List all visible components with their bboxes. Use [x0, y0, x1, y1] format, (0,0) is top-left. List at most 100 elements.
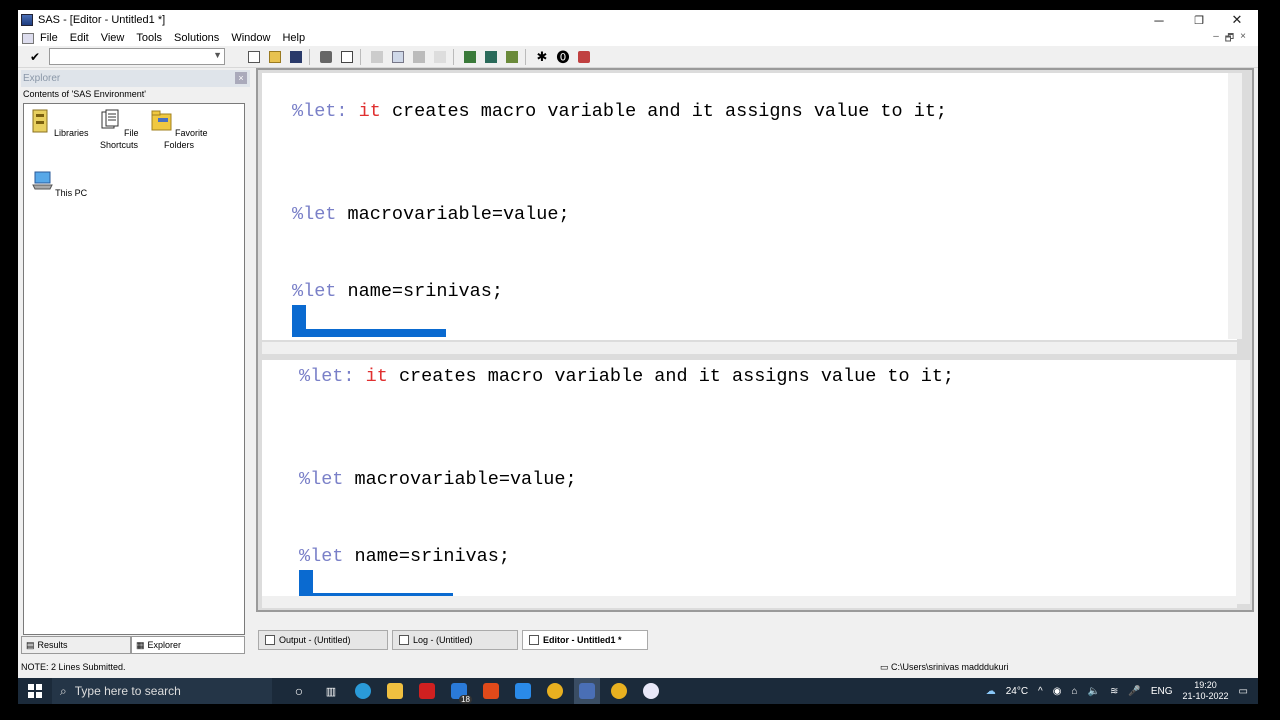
- break-icon[interactable]: ⓿: [554, 48, 572, 66]
- tab-log[interactable]: Log - (Untitled): [392, 630, 518, 650]
- menu-help[interactable]: Help: [282, 32, 305, 44]
- toolbar-divider: [453, 48, 454, 65]
- chrome-icon[interactable]: [542, 678, 568, 704]
- sas-taskbar-icon[interactable]: [574, 678, 600, 704]
- save-icon[interactable]: [287, 48, 305, 66]
- code-line[interactable]: %let: it creates macro variable and it a…: [292, 101, 947, 122]
- code-line[interactable]: %let macrovariable=value;: [299, 469, 577, 490]
- tab-editor[interactable]: Editor - Untitled1 *: [522, 630, 648, 650]
- code-line[interactable]: %let name=srinivas;: [292, 281, 503, 302]
- explorer-icon[interactable]: [482, 48, 500, 66]
- results-icon[interactable]: [503, 48, 521, 66]
- explorer-icon: ▦: [136, 639, 145, 650]
- document-icon[interactable]: [22, 32, 34, 44]
- run-icon[interactable]: ✱: [533, 48, 551, 66]
- scrollbar-vertical-bottom[interactable]: [1236, 360, 1250, 604]
- command-box[interactable]: ▼: [49, 48, 225, 65]
- acrobat-icon[interactable]: [414, 678, 440, 704]
- scrollbar-vertical-top[interactable]: [1228, 73, 1242, 339]
- menu-bar: File Edit View Tools Solutions Window He…: [18, 30, 1258, 46]
- menu-view[interactable]: View: [101, 32, 125, 44]
- libraries-item[interactable]: Libraries: [26, 108, 92, 139]
- selection-highlight: [292, 329, 446, 337]
- tab-output[interactable]: Output - (Untitled): [258, 630, 388, 650]
- computer-icon: [32, 171, 53, 190]
- weather-temp[interactable]: 24°C: [1006, 686, 1028, 697]
- print-preview-icon[interactable]: [338, 48, 356, 66]
- menu-tools[interactable]: Tools: [136, 32, 162, 44]
- windows-logo-icon: [28, 684, 42, 698]
- editor-pane-bottom[interactable]: %let: it creates macro variable and it a…: [262, 360, 1237, 605]
- menu-window[interactable]: Window: [231, 32, 270, 44]
- toolbar: ✔ ▼ ✱ ⓿: [18, 46, 1258, 68]
- microphone-icon[interactable]: 🎤: [1128, 686, 1140, 697]
- system-tray: ☁ 24°C ^ ◉ ⌂ 🔈 ≋ 🎤 ENG 19:20 21-10-2022 …: [986, 678, 1258, 704]
- close-icon[interactable]: ×: [235, 72, 247, 84]
- help-book-icon[interactable]: [575, 48, 593, 66]
- record-icon[interactable]: ◉: [1053, 686, 1062, 697]
- new-icon[interactable]: [245, 48, 263, 66]
- status-note: NOTE: 2 Lines Submitted.: [21, 662, 126, 672]
- mail-icon[interactable]: 18: [446, 678, 472, 704]
- menu-file[interactable]: File: [40, 32, 58, 44]
- scrollbar-horizontal-top[interactable]: [262, 342, 1237, 354]
- clock[interactable]: 19:20 21-10-2022: [1183, 680, 1229, 702]
- maximize-button[interactable]: ❐: [1180, 10, 1218, 30]
- editor-pane-top[interactable]: %let: it creates macro variable and it a…: [262, 73, 1237, 340]
- code-line[interactable]: %let: it creates macro variable and it a…: [299, 366, 954, 387]
- editor-frame: %let: it creates macro variable and it a…: [256, 68, 1254, 612]
- this-pc-label: This PC: [55, 188, 88, 198]
- scrollbar-horizontal-bottom[interactable]: [262, 596, 1237, 608]
- submit-check-icon[interactable]: ✔: [30, 50, 46, 64]
- library-icon[interactable]: [461, 48, 479, 66]
- open-icon[interactable]: [266, 48, 284, 66]
- minimize-button[interactable]: ─: [1140, 10, 1178, 30]
- file-shortcuts-icon: [101, 109, 119, 129]
- code-line[interactable]: %let macrovariable=value;: [292, 204, 570, 225]
- this-pc-item[interactable]: This PC: [26, 168, 92, 199]
- store-icon[interactable]: [510, 678, 536, 704]
- favorite-folders-icon: [151, 110, 172, 131]
- close-button[interactable]: ✕: [1218, 10, 1256, 30]
- chrome-icon[interactable]: [606, 678, 632, 704]
- start-button[interactable]: [18, 678, 52, 704]
- toolbar-divider: [525, 48, 526, 65]
- file-shortcuts-item[interactable]: File Shortcuts: [86, 108, 152, 151]
- cut-icon[interactable]: [368, 48, 386, 66]
- task-view-icon[interactable]: ▥: [318, 678, 344, 704]
- cortana-icon[interactable]: ○: [286, 678, 312, 704]
- tab-results-label: Results: [37, 640, 68, 650]
- explorer-header: Explorer ×: [21, 70, 250, 87]
- file-explorer-icon[interactable]: [382, 678, 408, 704]
- tab-explorer-label: Explorer: [147, 640, 182, 650]
- itunes-icon[interactable]: [638, 678, 664, 704]
- wifi-icon[interactable]: ≋: [1110, 686, 1118, 697]
- undo-icon[interactable]: [431, 48, 449, 66]
- menu-solutions[interactable]: Solutions: [174, 32, 219, 44]
- language-indicator[interactable]: ENG: [1151, 686, 1173, 697]
- paste-icon[interactable]: [410, 48, 428, 66]
- volume-icon[interactable]: 🔈: [1088, 686, 1100, 697]
- favorite-folders-item[interactable]: Favorite Folders: [146, 108, 212, 151]
- weather-icon[interactable]: ☁: [986, 686, 996, 697]
- libraries-icon: [32, 109, 48, 133]
- chevron-up-icon[interactable]: ^: [1038, 686, 1043, 697]
- tab-explorer[interactable]: ▦ Explorer: [131, 636, 245, 654]
- results-icon: ▤: [26, 639, 35, 650]
- search-icon: ⌕: [60, 683, 67, 698]
- code-line[interactable]: %let name=srinivas;: [299, 546, 510, 567]
- tab-log-label: Log - (Untitled): [413, 635, 473, 645]
- menu-edit[interactable]: Edit: [70, 32, 89, 44]
- copy-icon[interactable]: [389, 48, 407, 66]
- window-title: SAS - [Editor - Untitled1 *]: [38, 14, 166, 26]
- office-icon[interactable]: [478, 678, 504, 704]
- print-icon[interactable]: [317, 48, 335, 66]
- camera-icon[interactable]: ⌂: [1071, 686, 1077, 697]
- libraries-label: Libraries: [54, 128, 89, 138]
- tab-results[interactable]: ▤ Results: [21, 636, 131, 654]
- notification-icon[interactable]: ▭: [1239, 686, 1248, 697]
- explorer-tabs: ▤ Results ▦ Explorer: [21, 636, 246, 654]
- edge-icon[interactable]: [350, 678, 376, 704]
- taskbar-search[interactable]: ⌕ Type here to search: [52, 678, 272, 704]
- chevron-down-icon[interactable]: ▼: [213, 50, 222, 60]
